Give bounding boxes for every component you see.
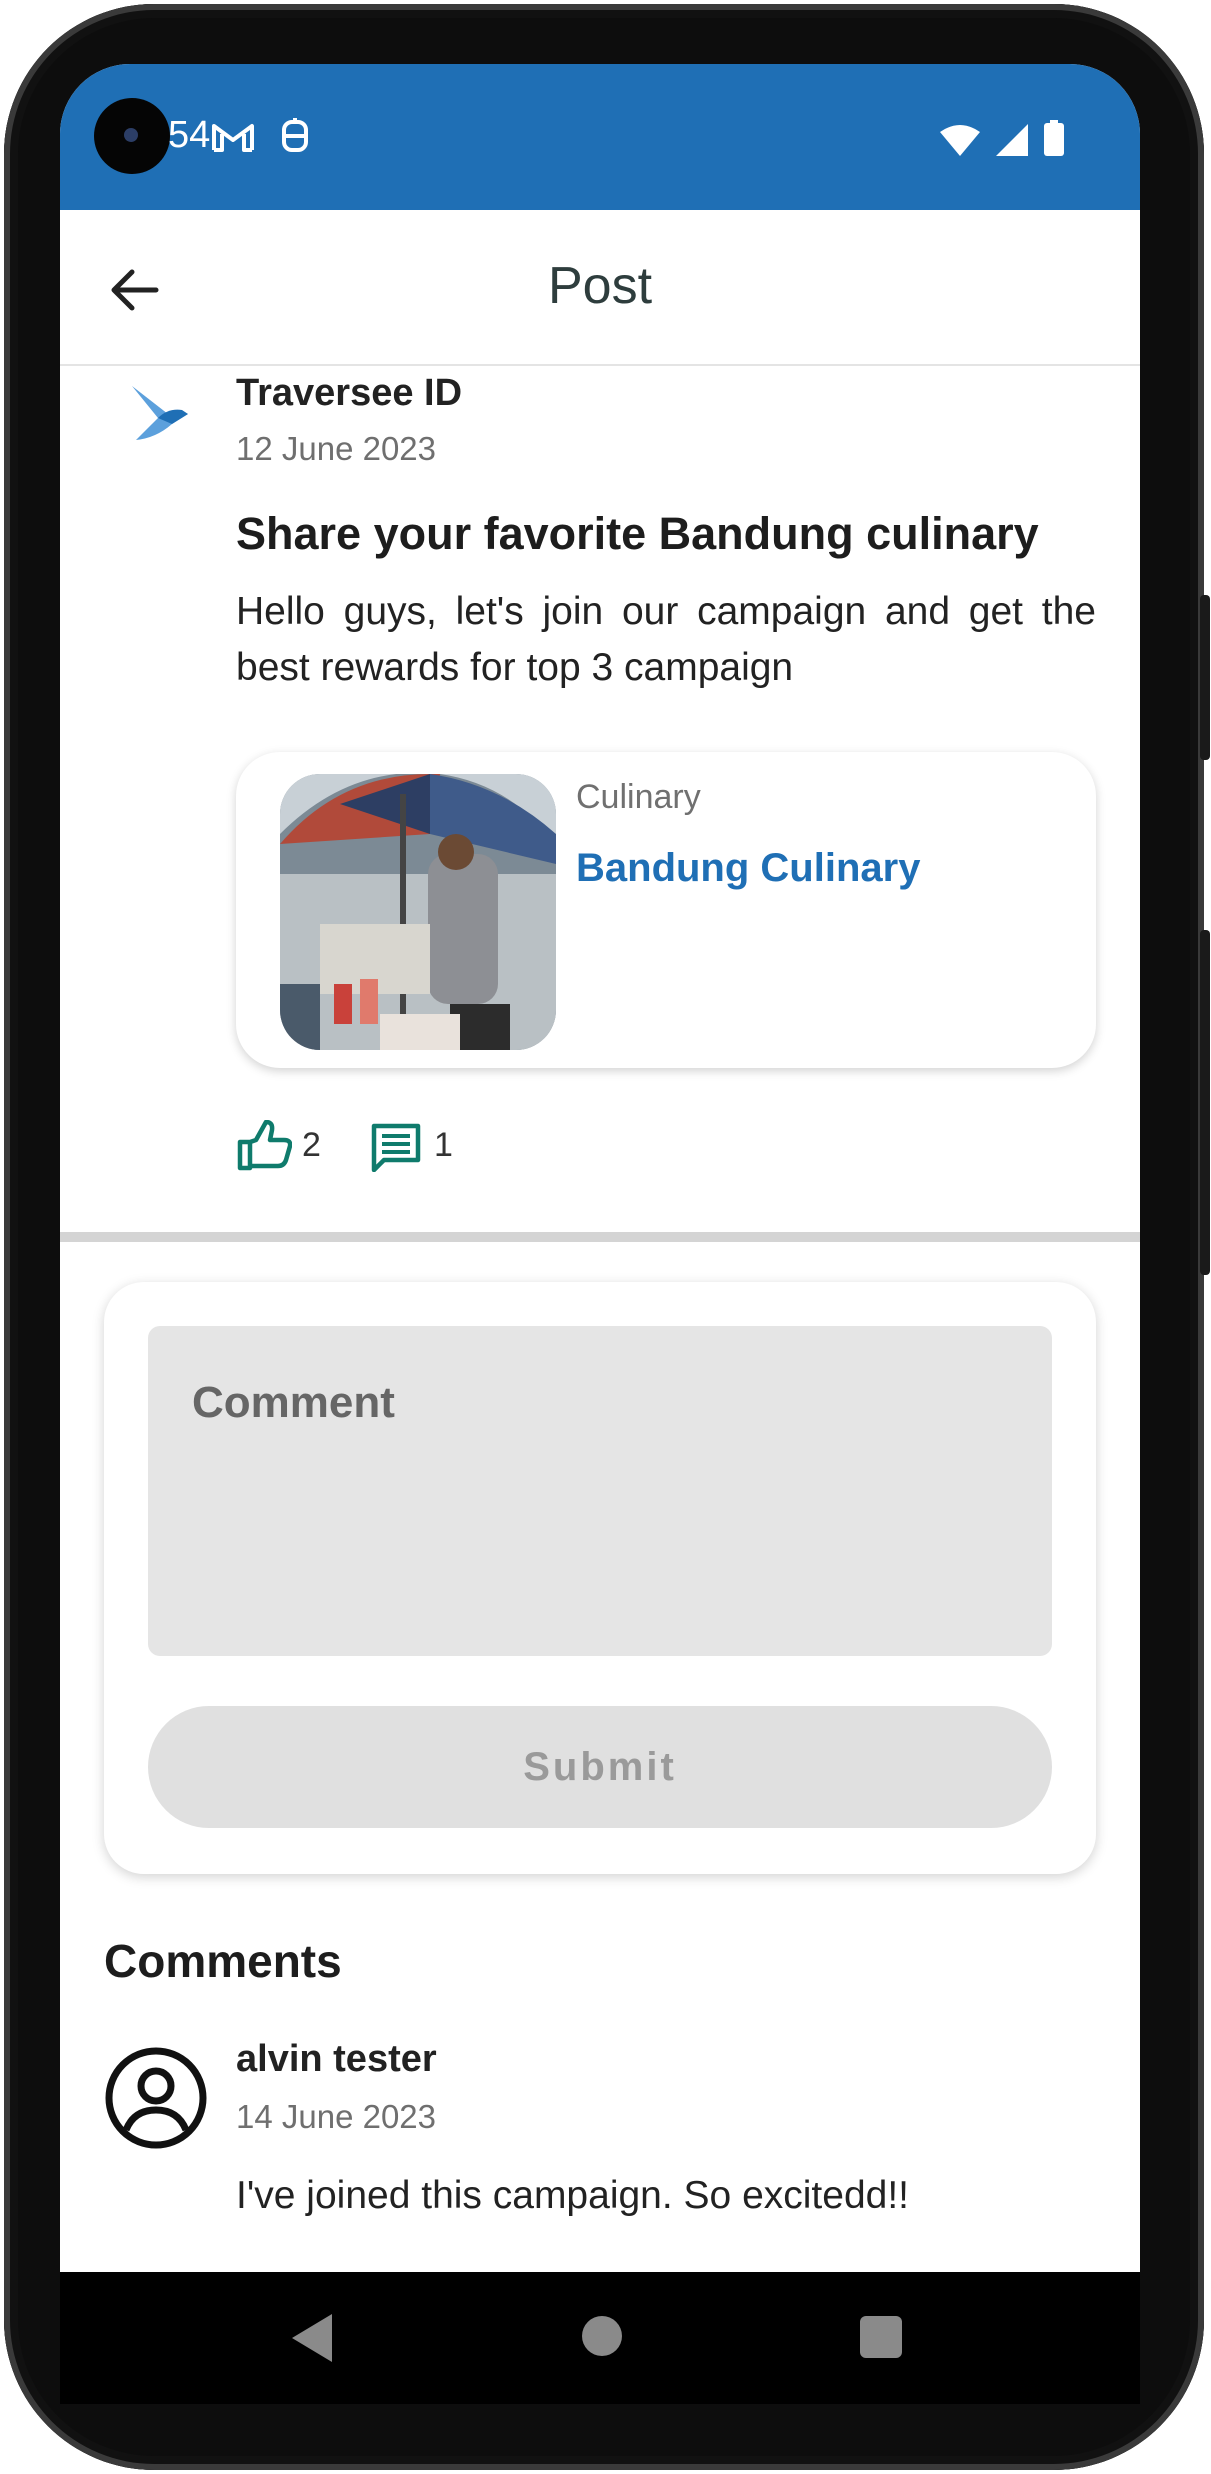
gmail-icon <box>212 124 254 152</box>
commenter-name: alvin tester <box>236 2038 437 2080</box>
comment-icon[interactable] <box>370 1122 422 1172</box>
system-nav-bar <box>60 2272 1140 2404</box>
post-body: Hello guys, let's join our campaign and … <box>236 590 1096 689</box>
nav-home-icon[interactable] <box>582 2316 622 2356</box>
thumbs-up-icon[interactable] <box>236 1120 292 1172</box>
nav-back-icon[interactable] <box>292 2314 332 2362</box>
campaign-name-link[interactable]: Bandung Culinary <box>576 846 920 891</box>
post-detail: Traversee ID 12 June 2023 Share your fav… <box>60 366 1140 2272</box>
battery-icon <box>1044 120 1064 156</box>
status-time: 54 <box>168 114 211 156</box>
status-bar: 54 <box>60 64 1140 210</box>
nav-recent-apps-icon[interactable] <box>860 2316 902 2358</box>
post-date: 12 June 2023 <box>236 430 437 467</box>
front-camera <box>94 98 170 174</box>
campaign-image <box>280 774 556 1050</box>
submit-button[interactable]: Submit <box>148 1706 1052 1828</box>
page-title: Post <box>547 257 653 315</box>
app-screen: 54 Post Traversee ID 12 June 2023 Share … <box>60 64 1140 2272</box>
post-author: Traversee ID <box>236 372 463 414</box>
bird-logo-icon <box>132 386 188 440</box>
section-divider <box>60 1232 1140 1242</box>
post-title: Share your favorite Bandung culinary <box>236 508 1039 559</box>
comments-heading: Comments <box>104 1935 342 1987</box>
user-avatar-icon <box>105 2047 207 2149</box>
cell-signal-icon <box>996 124 1028 156</box>
app-notification-icon <box>282 118 308 152</box>
status-right-icons <box>940 120 1064 156</box>
comment-form-card: Submit <box>104 1282 1096 1874</box>
like-count: 2 <box>302 1126 321 1164</box>
phone-side-button <box>1200 595 1210 760</box>
phone-side-button <box>1200 930 1210 1275</box>
app-bar: Post <box>60 210 1140 366</box>
comment-count: 1 <box>434 1126 453 1164</box>
campaign-card[interactable]: Culinary Bandung Culinary <box>236 752 1096 1068</box>
wifi-icon <box>940 125 980 156</box>
campaign-category: Culinary <box>576 778 701 816</box>
comment-date: 14 June 2023 <box>236 2098 437 2135</box>
comment-input[interactable] <box>148 1326 1052 1656</box>
comment-text: I've joined this campaign. So excitedd!! <box>236 2174 909 2217</box>
